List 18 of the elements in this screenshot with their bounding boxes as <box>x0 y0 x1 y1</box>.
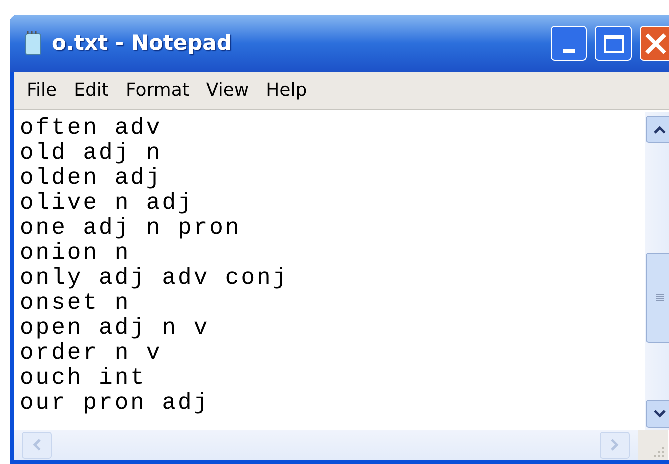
text-line: one adj n pron <box>20 216 242 241</box>
menu-item[interactable]: View <box>206 77 250 104</box>
menu-item[interactable]: File <box>27 77 58 104</box>
text-line: our pron adj <box>20 391 211 416</box>
menu-item[interactable]: Help <box>266 77 308 104</box>
window-title: o.txt - Notepad <box>52 30 232 57</box>
text-line: onset n <box>20 291 132 316</box>
text-line: onion n <box>20 241 132 266</box>
menu-item[interactable]: Format <box>126 77 190 104</box>
text-line: old adj n <box>20 141 164 166</box>
text-line: open adj n v <box>20 316 211 341</box>
text-line: order n v <box>20 341 164 366</box>
text-line: olive n adj <box>20 191 195 216</box>
text-line: often adv <box>20 116 164 141</box>
menu-item[interactable]: Edit <box>74 77 109 104</box>
text-line: olden adj <box>20 166 164 191</box>
text-line: ouch int <box>20 366 148 391</box>
text-line: only adj adv conj <box>20 266 290 291</box>
